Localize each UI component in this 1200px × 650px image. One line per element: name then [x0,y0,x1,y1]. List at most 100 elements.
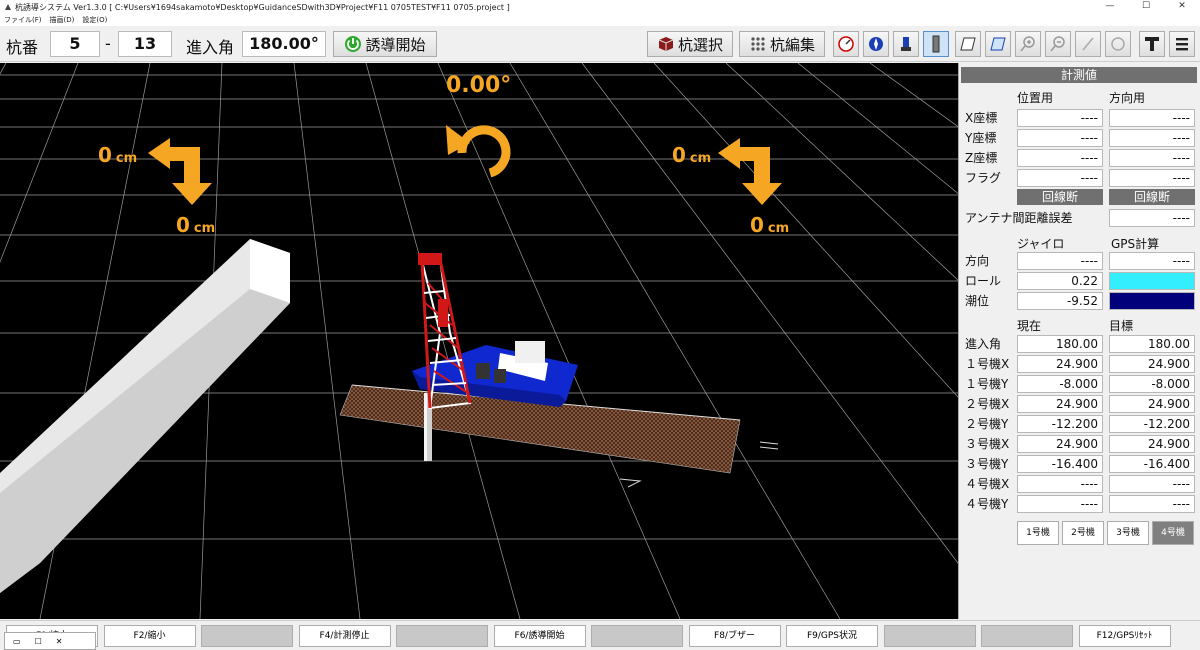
minimize-button[interactable]: — [1092,0,1128,14]
guidance-target-value: -12.200 [1109,415,1195,433]
guidance-current-value: -12.200 [1017,415,1103,433]
guidance-row-label: １号機Y [965,377,1009,391]
coord-label: Z座標 [965,151,998,165]
gauge-icon [838,36,854,52]
col-current-label: 現在 [1017,319,1042,333]
grid-dots-icon [751,37,765,51]
gauge-button[interactable] [833,31,859,57]
mini-max-icon[interactable]: ☐ [35,637,42,646]
measurement-panel: 計測値 位置用 方向用 X座標 ---- ---- Y座標 ---- ---- Z座… [958,63,1200,619]
col-target-label: 目標 [1109,319,1134,333]
pile-number-b[interactable]: 13 [118,31,172,57]
panel-title: 計測値 [961,67,1197,83]
plane-view-button[interactable] [955,31,981,57]
guidance-current-value: ---- [1017,475,1103,493]
window-title: 杭誘導システム Ver1.3.0 [ C:¥Users¥1694sakamoto… [15,2,510,12]
approach-angle-label: 進入角 [186,38,235,57]
right-v-unit: cm [767,221,790,236]
coord-direction-value: ---- [1109,129,1195,147]
right-horizontal-offset: 0 cm [672,143,711,167]
minimized-window[interactable]: ▭ ☐ ✕ [4,632,96,650]
pile-number-a[interactable]: 5 [50,31,100,57]
guidance-row-label: ３号機Y [965,457,1009,471]
function-key-f3[interactable] [201,625,293,647]
function-key-f6[interactable]: F6/誘導開始 [493,625,586,647]
function-key-f8[interactable]: F8/ブザー [688,625,781,647]
left-v-value: 0 [176,213,190,237]
rotate-button[interactable] [1105,31,1131,57]
plane-tilt-icon [990,37,1006,51]
window-controls: — ☐ ✕ [1092,0,1200,14]
guidance-target-value: 24.900 [1109,395,1195,413]
guidance-row-label: ３号機X [965,437,1010,451]
function-key-f9[interactable]: F9/GPS状況 [786,625,878,647]
roll-label: ロール [965,274,1002,288]
col-gps-label: GPS計算 [1111,237,1160,251]
close-button[interactable]: ✕ [1164,0,1200,14]
zoom-in-button[interactable] [1015,31,1041,57]
left-h-unit: cm [115,151,138,166]
coord-position-value: ---- [1017,109,1103,127]
function-key-f7[interactable] [591,625,683,647]
start-guidance-button[interactable]: 誘導開始 [333,31,437,57]
pile-select-button[interactable]: 杭選択 [647,31,733,57]
machine-2-button[interactable]: 2号機 [1062,521,1104,545]
function-key-f2[interactable]: F2/縮小 [103,625,196,647]
heading-label: 方向 [965,254,990,268]
menu-file[interactable]: ファイル(F) [4,15,42,25]
guidance-current-value: 24.900 [1017,395,1103,413]
function-key-f10[interactable] [883,625,976,647]
measure-button[interactable] [1075,31,1101,57]
app-icon [5,4,11,10]
function-key-f5[interactable] [396,625,488,647]
tool-button[interactable] [1139,31,1165,57]
maximize-button[interactable]: ☐ [1128,0,1164,14]
cube-icon [658,37,674,51]
pile-edit-label: 杭編集 [769,35,815,54]
function-key-f11[interactable] [981,625,1073,647]
pile-view-button[interactable] [893,31,919,57]
3d-viewport[interactable]: 0.00° 0 cm 0 cm 0 cm 0 cm [0,63,958,619]
machine-4-button[interactable]: 4号機 [1152,521,1194,545]
pile-edit-button[interactable]: 杭編集 [739,31,825,57]
mini-restore-icon[interactable]: ▭ [13,637,21,646]
function-key-f4[interactable]: F4/計測停止 [298,625,391,647]
tide-label: 潮位 [965,294,990,308]
roll-indicator [1109,272,1195,290]
right-vertical-offset: 0 cm [750,213,789,237]
coord-label: フラグ [965,171,1002,185]
disconnect-direction: 回線断 [1109,189,1195,205]
coord-position-value: ---- [1017,129,1103,147]
guidance-target-value: ---- [1109,495,1195,513]
approach-angle-value[interactable]: 180.00° [242,31,326,57]
col-direction-label: 方向用 [1109,91,1146,105]
machine-1-button[interactable]: 1号機 [1017,521,1059,545]
guidance-current-value: -8.000 [1017,375,1103,393]
col-gyro-label: ジャイロ [1017,237,1065,251]
quay-wall [0,239,290,593]
function-key-f12[interactable]: F12/GPSﾘｾｯﾄ [1078,625,1171,647]
column-icon [932,35,940,53]
guidance-row-label: ２号機Y [965,417,1009,431]
coord-direction-value: ---- [1109,169,1195,187]
mini-close-icon[interactable]: ✕ [56,637,63,646]
compass-button[interactable] [863,31,889,57]
coord-direction-value: ---- [1109,149,1195,167]
menu-settings[interactable]: 設定(O) [82,15,107,25]
pile-icon [901,37,911,51]
guidance-row-label: １号機X [965,357,1010,371]
plane-tilt-button[interactable] [985,31,1011,57]
toolbar: 杭番 5 - 13 進入角 180.00° 誘導開始 杭選択 杭編集 [0,26,1200,62]
coord-position-value: ---- [1017,169,1103,187]
right-h-value: 0 [672,143,686,167]
guidance-target-value: ---- [1109,475,1195,493]
start-guidance-label: 誘導開始 [365,35,426,54]
menu-bar: ファイル(F) 描画(D) 設定(O) [0,14,1200,26]
machine-3-button[interactable]: 3号機 [1107,521,1149,545]
menu-draw[interactable]: 描画(D) [50,15,75,25]
menu-button[interactable] [1169,31,1195,57]
pile-select-label: 杭選択 [677,35,723,54]
guidance-current-value: 180.00 [1017,335,1103,353]
zoom-out-button[interactable] [1045,31,1071,57]
vertical-view-button[interactable] [923,31,949,57]
